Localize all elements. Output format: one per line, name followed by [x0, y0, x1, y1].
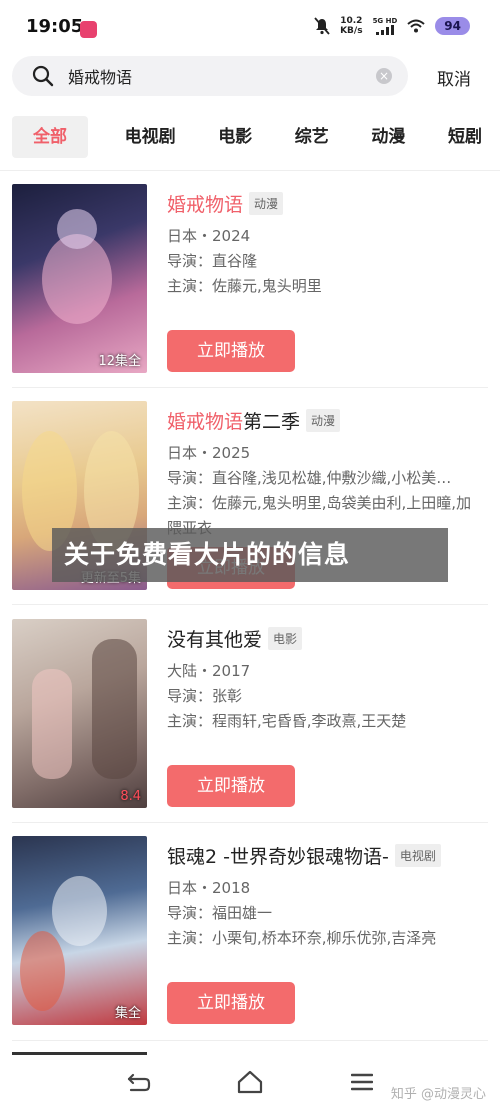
battery-indicator: 94	[435, 17, 470, 35]
status-indicators: 10.2 KB/s 5G HD 94	[314, 16, 470, 36]
result-info: 婚戒物语第二季 动漫 日本・2025 导演：直谷隆,浅见松雄,仲敷沙織,小松美……	[167, 405, 486, 541]
type-badge: 动漫	[306, 408, 341, 432]
poster-episode-label: 集全	[114, 1006, 141, 1021]
menu-icon[interactable]	[351, 1072, 373, 1092]
result-title-rest: 没有其他爱	[167, 628, 263, 651]
home-icon[interactable]	[236, 1070, 264, 1094]
cellular-signal-icon	[375, 25, 394, 35]
bottom-navigation: 知乎 @动漫灵心	[0, 1055, 500, 1114]
type-badge: 动漫	[249, 191, 284, 215]
result-title[interactable]: 银魂2 -世界奇妙银魂物语-	[167, 842, 389, 869]
category-tabs: 全部 电视剧 电影 综艺 动漫 短剧	[12, 116, 488, 158]
result-title[interactable]: 婚戒物语第二季	[167, 407, 300, 434]
mute-bell-icon	[314, 17, 330, 35]
tabs-divider	[0, 170, 500, 171]
result-title[interactable]: 婚戒物语	[167, 190, 243, 217]
result-info: 银魂2 -世界奇妙银魂物语- 电视剧 日本・2018 导演：福田雄一 主演：小栗…	[167, 840, 486, 951]
director: 导演：张彰	[167, 687, 243, 705]
region-year: 大陆・2017	[167, 662, 251, 680]
cast: 主演：程雨轩,宅昏昏,李政熹,王天楚	[167, 712, 407, 730]
region-year: 日本・2018	[167, 879, 251, 897]
director: 导演：直谷隆,浅见松雄,仲敷沙織,小松美…	[167, 469, 452, 487]
cast: 主演：小栗旬,桥本环奈,柳乐优弥,吉泽亮	[167, 929, 437, 947]
poster-episode-label: 12集全	[98, 354, 141, 369]
status-time: 19:05	[26, 16, 84, 37]
director: 导演：直谷隆	[167, 252, 258, 270]
status-bar: 19:05 10.2 KB/s 5G HD 94	[0, 0, 500, 56]
watermark: 知乎 @动漫灵心	[390, 1087, 486, 1102]
clear-search-icon[interactable]: ×	[376, 68, 392, 84]
network-speed-value: 10.2	[340, 16, 363, 26]
result-info: 没有其他爱 电影 大陆・2017 导演：张彰 主演：程雨轩,宅昏昏,李政熹,王天…	[167, 623, 486, 734]
type-badge: 电视剧	[394, 843, 441, 867]
play-now-button[interactable]: 立即播放	[167, 765, 295, 807]
wifi-icon	[407, 19, 425, 33]
type-badge: 电影	[268, 626, 303, 650]
row-divider	[12, 387, 488, 388]
search-bar[interactable]: ×	[12, 56, 408, 96]
network-speed: 10.2 KB/s	[340, 16, 362, 36]
result-title-highlight: 婚戒物语	[167, 410, 244, 433]
tab-anime[interactable]: 动漫	[365, 116, 411, 158]
result-info: 婚戒物语 动漫 日本・2024 导演：直谷隆 主演：佐藤元,鬼头明里	[167, 188, 486, 299]
back-icon[interactable]	[127, 1071, 151, 1093]
tab-variety[interactable]: 综艺	[289, 116, 335, 158]
overlay-banner: 关于免费看大片的的信息	[52, 528, 448, 582]
tab-movies[interactable]: 电影	[212, 116, 258, 158]
row-divider	[12, 1040, 488, 1041]
row-divider	[12, 822, 488, 823]
play-now-button[interactable]: 立即播放	[167, 982, 295, 1024]
director: 导演：福田雄一	[167, 904, 273, 922]
tab-tv-series[interactable]: 电视剧	[119, 116, 182, 158]
cast: 主演：佐藤元,鬼头明里	[167, 277, 322, 295]
cancel-button[interactable]: 取消	[437, 65, 471, 90]
notification-app-icon	[80, 21, 97, 38]
search-input[interactable]	[68, 62, 368, 90]
tab-short-drama[interactable]: 短剧	[442, 116, 488, 158]
play-now-button[interactable]: 立即播放	[167, 330, 295, 372]
poster-image[interactable]: 12集全	[12, 184, 147, 373]
poster-image[interactable]: 集全	[12, 836, 147, 1025]
region-year: 日本・2025	[167, 444, 251, 462]
signal-indicator: 5G HD	[372, 17, 398, 35]
signal-label: 5G HD	[372, 17, 398, 25]
result-title-rest: 银魂2 -世界奇妙银魂物语-	[167, 845, 389, 868]
poster-rating: 8.4	[120, 789, 141, 804]
search-icon	[32, 65, 54, 87]
row-divider	[12, 604, 488, 605]
result-title[interactable]: 没有其他爱	[167, 625, 262, 652]
poster-image[interactable]: 8.4	[12, 619, 147, 808]
tab-all[interactable]: 全部	[12, 116, 88, 158]
result-title-highlight: 婚戒物语	[167, 193, 244, 216]
region-year: 日本・2024	[167, 227, 251, 245]
network-speed-unit: KB/s	[340, 26, 363, 36]
result-title-rest: 第二季	[243, 410, 301, 433]
